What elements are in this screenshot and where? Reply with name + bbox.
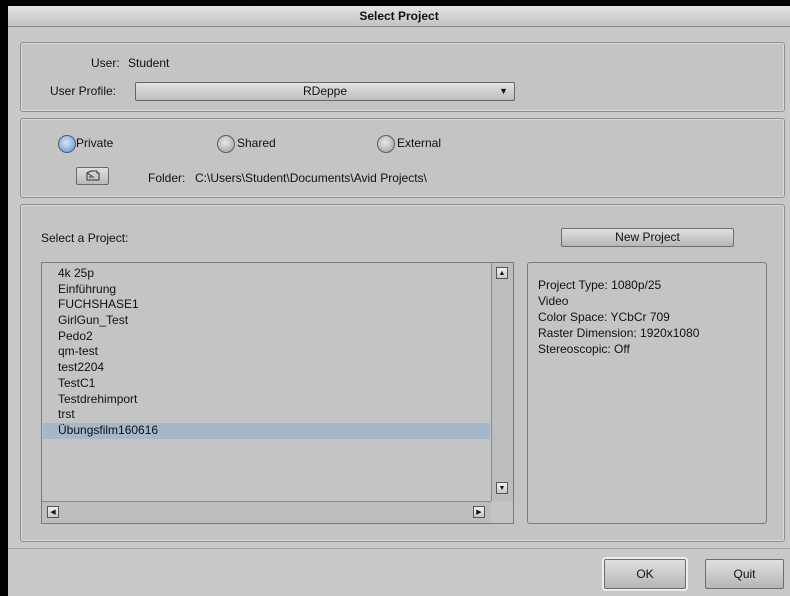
project-raster-dimension: Raster Dimension: 1920x1080 xyxy=(538,326,700,340)
horizontal-scrollbar[interactable]: ◀ ▶ xyxy=(42,501,491,523)
list-item[interactable]: GirlGun_Test xyxy=(43,313,490,329)
list-item[interactable]: TestC1 xyxy=(43,376,490,392)
list-item[interactable]: 4k 25p xyxy=(43,266,490,282)
project-color-space: Color Space: YCbCr 709 xyxy=(538,310,670,324)
quit-button[interactable]: Quit xyxy=(705,559,784,589)
select-project-window: Select Project User: Student User Profil… xyxy=(8,6,790,596)
scrollbar-corner xyxy=(491,501,513,523)
footer-divider xyxy=(8,548,790,549)
ok-label: OK xyxy=(636,567,654,581)
scroll-down-icon[interactable]: ▼ xyxy=(496,482,508,494)
project-location-panel: Private Shared External Folder: C:\Users… xyxy=(20,118,785,198)
list-item[interactable]: Testdrehimport xyxy=(43,392,490,408)
list-item[interactable]: FUCHSHASE1 xyxy=(43,297,490,313)
scroll-left-icon[interactable]: ◀ xyxy=(47,506,59,518)
folder-path: C:\Users\Student\Documents\Avid Projects… xyxy=(195,171,427,185)
user-label: User: xyxy=(91,56,120,70)
chevron-down-icon: ▼ xyxy=(499,86,508,96)
folder-label: Folder: xyxy=(148,171,186,185)
radio-private-label: Private xyxy=(76,136,114,150)
radio-external[interactable] xyxy=(377,135,395,153)
scroll-right-icon[interactable]: ▶ xyxy=(473,506,485,518)
project-type: Project Type: 1080p/25 xyxy=(538,278,662,292)
project-stereoscopic: Stereoscopic: Off xyxy=(538,342,630,356)
radio-shared-label: Shared xyxy=(237,136,276,150)
folder-browse-icon xyxy=(86,170,100,181)
project-info-panel: Project Type: 1080p/25 Video Color Space… xyxy=(527,262,767,524)
user-profile-label: User Profile: xyxy=(50,84,117,98)
list-item-selected[interactable]: Übungsfilm160616 xyxy=(43,422,490,439)
project-list[interactable]: 4k 25p Einführung FUCHSHASE1 GirlGun_Tes… xyxy=(41,262,514,524)
projects-panel: Select a Project: New Project 4k 25p Ein… xyxy=(20,204,785,542)
window-title: Select Project xyxy=(8,6,790,27)
user-profile-value: RDeppe xyxy=(302,84,348,98)
user-profile-dropdown[interactable]: RDeppe ▼ xyxy=(135,82,515,101)
radio-external-label: External xyxy=(397,136,442,150)
radio-shared[interactable] xyxy=(217,135,235,153)
quit-label: Quit xyxy=(733,567,756,581)
list-item[interactable]: test2204 xyxy=(43,360,490,376)
vertical-scrollbar[interactable]: ▲ ▼ xyxy=(491,263,513,502)
new-project-label: New Project xyxy=(615,230,680,244)
list-item[interactable]: trst xyxy=(43,407,490,423)
list-item[interactable]: Pedo2 xyxy=(43,329,490,345)
user-value: Student xyxy=(128,56,170,70)
radio-private[interactable] xyxy=(58,135,76,153)
list-item[interactable]: Einführung xyxy=(43,282,490,298)
user-panel: User: Student User Profile: RDeppe ▼ xyxy=(20,42,785,112)
ok-button[interactable]: OK xyxy=(604,559,686,589)
new-project-button[interactable]: New Project xyxy=(561,228,734,247)
select-project-label: Select a Project: xyxy=(41,231,129,245)
list-item[interactable]: qm-test xyxy=(43,344,490,360)
scroll-up-icon[interactable]: ▲ xyxy=(496,267,508,279)
folder-browse-button[interactable] xyxy=(76,167,109,185)
project-list-items: 4k 25p Einführung FUCHSHASE1 GirlGun_Tes… xyxy=(43,266,490,439)
project-format: Video xyxy=(538,294,569,308)
